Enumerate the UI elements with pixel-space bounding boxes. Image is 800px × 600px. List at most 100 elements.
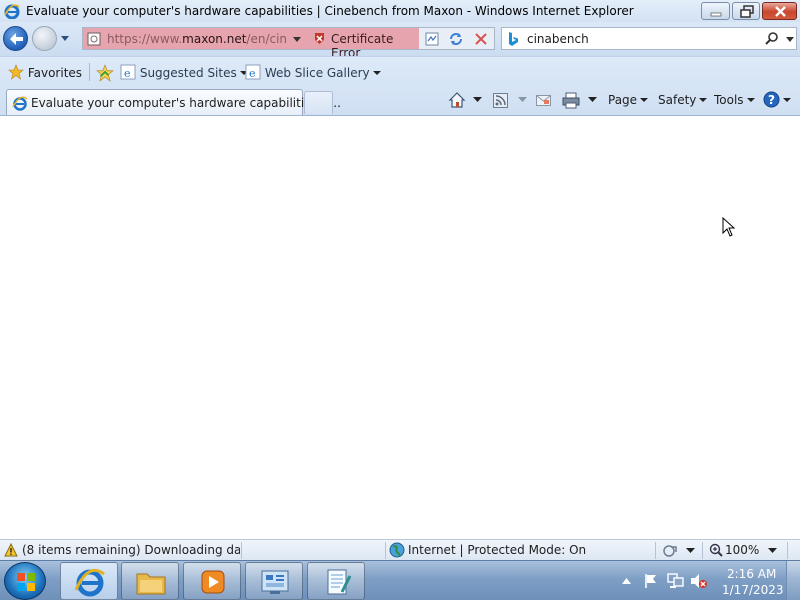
status-separator [655,542,656,559]
page-menu-button[interactable]: Page [608,93,649,107]
print-dropdown-icon[interactable] [588,97,597,103]
suggested-sites-label: Suggested Sites [139,66,237,80]
favorites-button[interactable]: Favorites [8,64,82,80]
windows-logo-icon [17,573,35,591]
svg-text:?: ? [768,93,775,107]
zoom-icon[interactable] [709,543,723,557]
web-slice-gallery-button[interactable]: e Web Slice Gallery [245,64,381,80]
back-button[interactable] [3,26,28,51]
action-center-flag-icon[interactable] [643,573,659,589]
address-bar[interactable]: https://www.maxon.net/en/cineb Certifica… [82,27,495,60]
certificate-error-button[interactable]: Certificate Error [309,28,419,60]
status-bar: (8 items remaining) Downloading data ht … [0,539,800,560]
refresh-icon[interactable] [448,31,464,47]
ie-tab-icon [12,96,28,111]
help-icon: ? [763,91,780,108]
add-to-favorites-icon[interactable] [96,64,114,82]
tab-active[interactable]: Evaluate your computer's hardware capabi… [6,89,341,115]
favorites-star-icon [8,64,24,80]
feeds-dropdown-icon[interactable] [518,97,527,103]
protected-mode-icon[interactable] [662,543,680,558]
print-icon[interactable] [562,92,580,109]
favorites-bar: Favorites e Suggested Sites e Web Slice … [0,56,800,87]
close-button[interactable] [762,2,797,20]
url-domain: maxon.net [182,32,247,46]
svg-text:e: e [249,67,256,80]
protected-mode-dropdown-icon[interactable] [686,548,695,554]
status-message: (8 items remaining) Downloading data ht [22,543,240,557]
control-panel-icon [261,570,289,594]
feeds-icon[interactable] [493,93,508,108]
internet-explorer-icon [74,569,105,597]
chevron-down-icon [640,98,649,102]
status-separator [385,542,386,559]
address-tools [419,28,494,49]
title-bar: Evaluate your computer's hardware capabi… [0,0,800,22]
tab-label: Evaluate your computer's hardware capabi… [31,96,341,110]
compatibility-view-icon[interactable] [424,31,440,47]
search-input[interactable]: cinabench [527,32,589,46]
taskbar-file-explorer[interactable] [121,562,179,600]
window-title: Evaluate your computer's hardware capabi… [26,4,634,18]
svg-text:e: e [124,67,131,80]
zoom-dropdown-icon[interactable] [768,548,777,554]
clock-time[interactable]: 2:16 AM [727,567,776,581]
notepad-icon [327,569,352,595]
status-separator [241,542,242,559]
web-slice-gallery-label: Web Slice Gallery [264,66,370,80]
forward-button[interactable] [32,26,57,51]
network-icon[interactable] [667,572,685,590]
mouse-cursor-icon [722,217,736,237]
bing-icon [509,32,518,46]
chevron-down-icon [372,71,381,75]
chevron-down-icon [699,98,708,102]
favorites-separator [89,63,90,81]
home-icon[interactable] [448,91,466,109]
warning-icon [4,543,18,557]
zoom-level[interactable]: 100% [725,543,759,557]
ie-page-icon: e [245,64,261,80]
status-separator [702,542,703,559]
tools-menu-label: Tools [714,93,744,107]
recent-pages-dropdown-icon[interactable] [60,35,70,43]
taskbar-notepad[interactable] [307,562,365,600]
url-path: /en/cineb [246,32,287,46]
safety-menu-button[interactable]: Safety [658,93,708,107]
ie-logo-icon [4,4,20,19]
favorites-label: Favorites [27,66,83,80]
read-mail-icon[interactable] [536,94,551,107]
show-desktop-button[interactable] [786,561,800,600]
safety-menu-label: Safety [658,93,697,107]
search-icon[interactable] [764,31,780,47]
suggested-sites-button[interactable]: e Suggested Sites [120,64,248,80]
restore-button[interactable] [732,2,760,20]
folder-icon [136,573,166,595]
search-dropdown-icon[interactable] [785,36,795,44]
clock-date[interactable]: 1/17/2023 [722,583,784,597]
home-dropdown-icon[interactable] [473,97,482,103]
taskbar-control-panel[interactable] [245,562,303,600]
internet-globe-icon [389,542,405,558]
security-zone[interactable]: Internet | Protected Mode: On [408,543,586,557]
minimize-icon [710,12,722,17]
show-hidden-icons-icon[interactable] [622,577,631,585]
tools-menu-button[interactable]: Tools [714,93,755,107]
help-button[interactable]: ? [763,91,791,108]
chevron-down-icon [783,98,791,102]
chevron-down-icon [746,98,755,102]
url-field[interactable]: https://www.maxon.net/en/cineb [83,28,309,49]
page-content[interactable] [0,116,800,539]
taskbar: 2:16 AM 1/17/2023 [0,560,800,600]
page-icon [87,32,101,46]
start-button[interactable] [4,562,46,600]
minimize-button[interactable] [701,2,730,20]
search-box[interactable]: cinabench [501,27,797,50]
address-dropdown-icon[interactable] [292,36,302,44]
stop-icon[interactable] [473,31,489,47]
volume-muted-icon[interactable] [690,573,708,589]
new-tab-button[interactable] [304,91,333,114]
url-text: https://www.maxon.net/en/cineb [107,32,287,46]
taskbar-media-player[interactable] [183,562,241,600]
taskbar-internet-explorer[interactable] [60,562,118,600]
restore-icon [740,5,754,18]
